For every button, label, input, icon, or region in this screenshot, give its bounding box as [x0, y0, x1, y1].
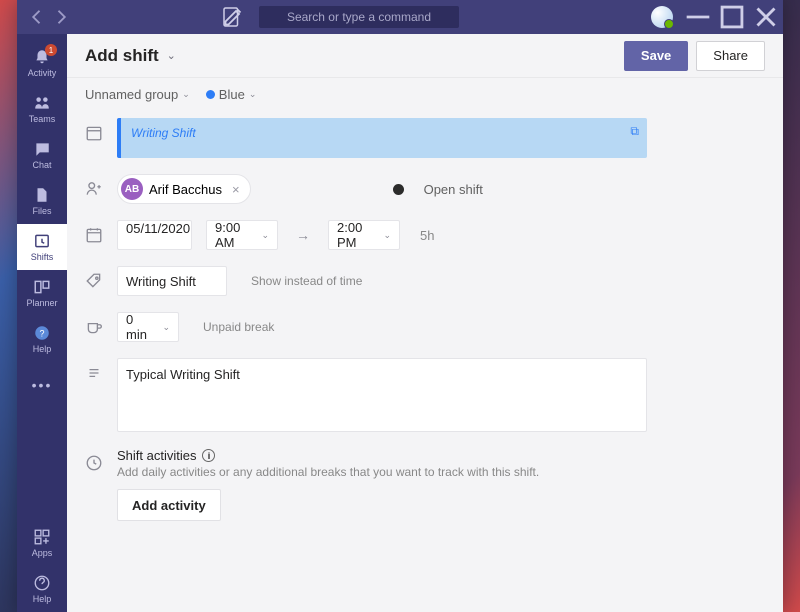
save-button[interactable]: Save — [624, 41, 688, 71]
add-activity-button[interactable]: Add activity — [117, 489, 221, 521]
break-select[interactable]: 0 min⌄ — [117, 312, 179, 342]
sidebar-item-help-bottom[interactable]: Help — [17, 566, 67, 612]
svg-text:?: ? — [39, 328, 44, 338]
search-input[interactable]: Search or type a command — [259, 6, 459, 28]
sidebar: Activity Teams Chat Files Shifts Planner — [17, 34, 67, 612]
break-hint: Unpaid break — [203, 320, 274, 334]
sidebar-item-label: Help — [33, 594, 52, 604]
forward-button[interactable] — [51, 7, 71, 27]
apps-icon — [33, 528, 51, 546]
sidebar-item-label: Help — [33, 344, 52, 354]
info-icon[interactable]: i — [202, 449, 215, 462]
date-input[interactable]: 05/11/2020 — [117, 220, 192, 250]
avatar[interactable] — [651, 6, 673, 28]
chevron-down-icon: ⌄ — [383, 230, 391, 241]
tag-icon — [85, 272, 103, 290]
share-button[interactable]: Share — [696, 41, 765, 71]
people-icon — [33, 94, 51, 112]
sidebar-item-activity[interactable]: Activity — [17, 40, 67, 86]
open-shift-label: Open shift — [424, 182, 483, 197]
chevron-down-icon: ⌄ — [162, 322, 170, 333]
sidebar-item-label: Chat — [32, 160, 51, 170]
sidebar-item-planner[interactable]: Planner — [17, 270, 67, 316]
minimize-button[interactable] — [681, 0, 715, 34]
open-shift-radio[interactable] — [393, 184, 404, 195]
notes-icon — [85, 364, 103, 382]
chevron-down-icon: ⌄ — [249, 89, 257, 100]
end-time-select[interactable]: 2:00 PM⌄ — [328, 220, 400, 250]
color-label: Blue — [219, 87, 245, 102]
arrow-right-icon: → — [292, 227, 314, 243]
sidebar-item-chat[interactable]: Chat — [17, 132, 67, 178]
sidebar-item-label: Teams — [29, 114, 56, 124]
titlebar: Search or type a command — [17, 0, 783, 34]
group-label: Unnamed group — [85, 87, 178, 102]
label-input[interactable] — [117, 266, 227, 296]
person-icon — [85, 180, 103, 198]
start-time-select[interactable]: 9:00 AM⌄ — [206, 220, 278, 250]
back-button[interactable] — [27, 7, 47, 27]
card-title: Writing Shift — [131, 126, 637, 140]
sidebar-item-shifts[interactable]: Shifts — [17, 224, 67, 270]
sidebar-item-label: Shifts — [31, 252, 54, 262]
more-icon: ••• — [33, 376, 51, 394]
sidebar-item-apps[interactable]: Apps — [17, 520, 67, 566]
sidebar-item-help[interactable]: ? Help — [17, 316, 67, 362]
calendar-icon — [85, 226, 103, 244]
copy-icon[interactable]: ⧉ — [630, 124, 639, 139]
sidebar-item-label: Apps — [32, 548, 53, 558]
form: Writing Shift ⧉ AB Arif Bacchus × Open s… — [67, 110, 783, 612]
page-title: Add shift — [85, 46, 159, 66]
cup-icon — [85, 318, 103, 336]
color-swatch — [206, 90, 215, 99]
sidebar-item-label: Files — [32, 206, 51, 216]
color-dropdown[interactable]: Blue ⌄ — [206, 87, 257, 102]
sidebar-item-teams[interactable]: Teams — [17, 86, 67, 132]
calendar-card-icon — [85, 124, 103, 142]
sidebar-item-label: Activity — [28, 68, 57, 78]
sidebar-more[interactable]: ••• — [17, 362, 67, 408]
files-icon — [33, 186, 51, 204]
header: Add shift ⌄ Save Share — [67, 34, 783, 78]
subheader: Unnamed group ⌄ Blue ⌄ — [67, 78, 783, 110]
sidebar-item-label: Planner — [26, 298, 57, 308]
chevron-down-icon: ⌄ — [182, 89, 190, 100]
chat-icon — [33, 140, 51, 158]
remove-person-button[interactable]: × — [228, 182, 244, 197]
shift-card[interactable]: Writing Shift ⧉ — [117, 118, 647, 158]
clock-icon — [85, 454, 103, 472]
activities-subtitle: Add daily activities or any additional b… — [117, 465, 539, 479]
compose-icon[interactable] — [221, 5, 245, 29]
duration-label: 5h — [420, 228, 434, 243]
notes-textarea[interactable] — [117, 358, 647, 432]
bell-icon — [33, 48, 51, 66]
close-button[interactable] — [749, 0, 783, 34]
planner-icon — [33, 278, 51, 296]
help-icon: ? — [33, 324, 51, 342]
group-dropdown[interactable]: Unnamed group ⌄ — [85, 87, 190, 102]
help-circle-icon — [33, 574, 51, 592]
sidebar-item-files[interactable]: Files — [17, 178, 67, 224]
person-avatar: AB — [121, 178, 143, 200]
chevron-down-icon: ⌄ — [261, 230, 269, 241]
person-name: Arif Bacchus — [149, 182, 222, 197]
chevron-down-icon[interactable]: ⌄ — [167, 49, 176, 62]
maximize-button[interactable] — [715, 0, 749, 34]
shifts-icon — [33, 232, 51, 250]
activities-title: Shift activities i — [117, 448, 539, 463]
person-pill[interactable]: AB Arif Bacchus × — [117, 174, 251, 204]
label-hint: Show instead of time — [251, 274, 362, 288]
